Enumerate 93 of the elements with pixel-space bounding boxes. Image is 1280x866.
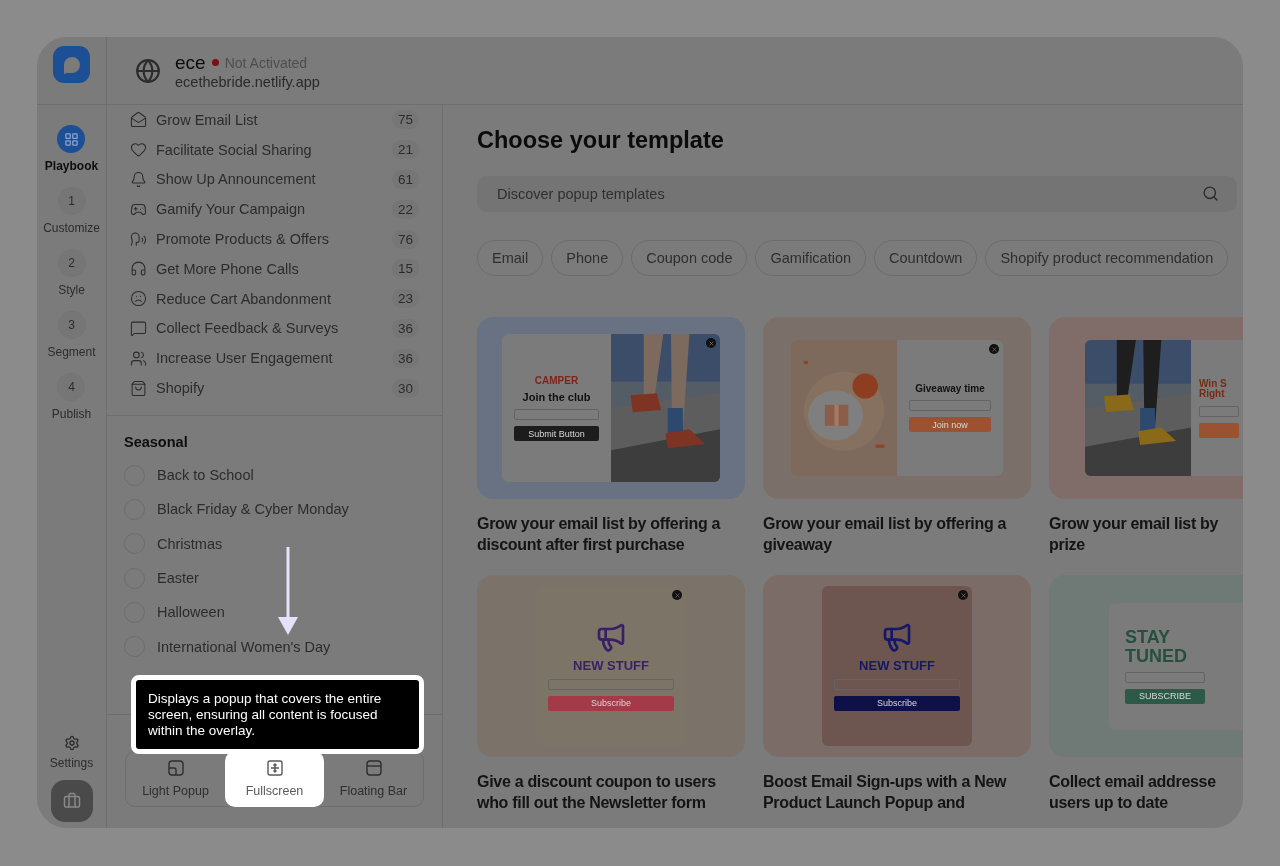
bell-icon [130, 171, 147, 188]
globe-icon [135, 57, 161, 84]
speaking-person-icon [130, 230, 147, 248]
app-logo[interactable] [53, 46, 90, 83]
goal-item[interactable]: Reduce Cart Abandonment [156, 290, 383, 307]
count-badge: 21 [391, 140, 419, 160]
template-title[interactable]: Grow your email list by offering a giveaway [763, 513, 1031, 555]
step-number[interactable]: 3 [57, 311, 86, 339]
search-field[interactable]: Discover popup templates [477, 176, 1237, 212]
brand-logo-text: CAMPER [534, 374, 579, 386]
popup-headline: Win S Right [1199, 378, 1227, 400]
goal-item[interactable]: Increase User Engagement [156, 350, 383, 367]
users-icon [130, 349, 147, 367]
count-badge: 30 [391, 378, 419, 398]
count-badge: 75 [391, 110, 419, 130]
site-name: ece [175, 51, 206, 74]
close-icon [706, 338, 716, 348]
briefcase-button[interactable] [50, 780, 93, 822]
goal-item[interactable]: Grow Email List [156, 111, 383, 128]
settings-icon[interactable] [63, 735, 80, 751]
count-badge: 61 [391, 170, 419, 189]
step-number[interactable]: 1 [57, 187, 86, 215]
rail-label[interactable]: Style [58, 283, 85, 297]
template-preview[interactable]: CAMPER Join the club Submit Button [477, 317, 745, 499]
close-icon [989, 344, 999, 354]
count-badge: 76 [391, 229, 419, 249]
popup-headline: NEW STUFF [573, 659, 649, 673]
rail-label[interactable]: Playbook [44, 159, 99, 173]
template-title[interactable]: Give a discount coupon to users who fill out the Newsletter form [477, 771, 745, 813]
headphones-icon [130, 260, 147, 278]
radio-label[interactable]: Black Friday & Cyber Monday [157, 501, 349, 518]
status-dot [211, 59, 219, 66]
popup-button: SUBSCRIBE [1125, 688, 1205, 704]
radio-label[interactable]: Easter [157, 570, 199, 586]
template-preview[interactable]: STAY TUNED SUBSCRIBE [1049, 575, 1243, 757]
section-title: Seasonal [123, 433, 189, 450]
rail-label[interactable]: Settings [49, 756, 94, 770]
mail-icon [130, 111, 147, 129]
floating-bar-icon [364, 759, 383, 778]
shopping-bag-icon [130, 379, 147, 397]
count-badge: 22 [391, 199, 419, 219]
radio-label[interactable]: Halloween [157, 604, 225, 621]
template-title[interactable]: Grow your email list by prize [1049, 513, 1243, 555]
rail-label[interactable]: Customize [43, 221, 100, 235]
radio-label[interactable]: International Women's Day [157, 638, 331, 655]
fullscreen-icon [265, 759, 284, 778]
step-number[interactable]: 2 [57, 249, 86, 277]
megaphone-icon [881, 621, 913, 654]
goal-item[interactable]: Get More Phone Calls [156, 260, 383, 277]
sad-face-icon [130, 290, 147, 308]
count-badge: 36 [391, 318, 419, 338]
template-title[interactable]: Grow your email list by offering a discount after first purchase [477, 513, 745, 555]
heart-icon [130, 141, 147, 159]
site-domain: ecethebride.netlify.app [175, 73, 320, 90]
search-icon[interactable] [1202, 185, 1219, 202]
count-badge: 23 [391, 289, 419, 309]
megaphone-icon [595, 621, 627, 654]
template-title[interactable]: Collect email addresse users up to date [1049, 771, 1243, 813]
rail-label[interactable]: Segment [47, 345, 96, 359]
template-preview[interactable]: Giveaway time Join now [763, 317, 1031, 499]
chat-icon [130, 319, 147, 337]
template-preview[interactable]: Win S Right [1049, 317, 1243, 499]
popup-button: Subscribe [548, 695, 674, 711]
popup-button: Submit Button [514, 426, 599, 442]
rail-label[interactable]: Publish [51, 407, 92, 421]
popup-corner-icon [166, 759, 185, 778]
goal-item[interactable]: Show Up Announcement [156, 171, 383, 188]
popup-headline: Join the club [522, 391, 591, 404]
template-title[interactable]: Boost Email Sign-ups with a New Product Launch Popup and [763, 771, 1031, 813]
count-badge: 36 [391, 348, 419, 368]
goal-item[interactable]: Gamify Your Campaign [156, 201, 383, 218]
playbook-icon[interactable] [57, 125, 86, 153]
goal-item[interactable]: Collect Feedback & Surveys [156, 320, 383, 337]
popup-button: Subscribe [834, 695, 960, 711]
goal-item[interactable]: Facilitate Social Sharing [156, 141, 383, 158]
briefcase-icon [62, 792, 81, 810]
radio-label[interactable]: Christmas [157, 535, 223, 552]
step-number[interactable]: 4 [57, 373, 86, 401]
popup-button: Join now [909, 417, 991, 433]
close-icon [672, 590, 682, 600]
tooltip: Displays a popup that covers the entire screen, ensuring all content is focused within the overlay. [131, 675, 424, 754]
popup-headline: NEW STUFF [859, 659, 935, 673]
radio-label[interactable]: Back to School [157, 467, 254, 484]
popup-button [1199, 422, 1239, 438]
popup-headline: STAY TUNED [1125, 628, 1187, 666]
template-preview[interactable]: NEW STUFF Subscribe [477, 575, 745, 757]
count-badge: 15 [391, 259, 419, 279]
close-icon [958, 590, 968, 600]
template-preview[interactable]: NEW STUFF Subscribe [763, 575, 1031, 757]
goal-item[interactable]: Promote Products & Offers [156, 231, 383, 248]
goal-item[interactable]: Shopify [156, 380, 383, 397]
page-title: Choose your template [477, 127, 725, 154]
popup-headline: Giveaway time [915, 383, 985, 395]
